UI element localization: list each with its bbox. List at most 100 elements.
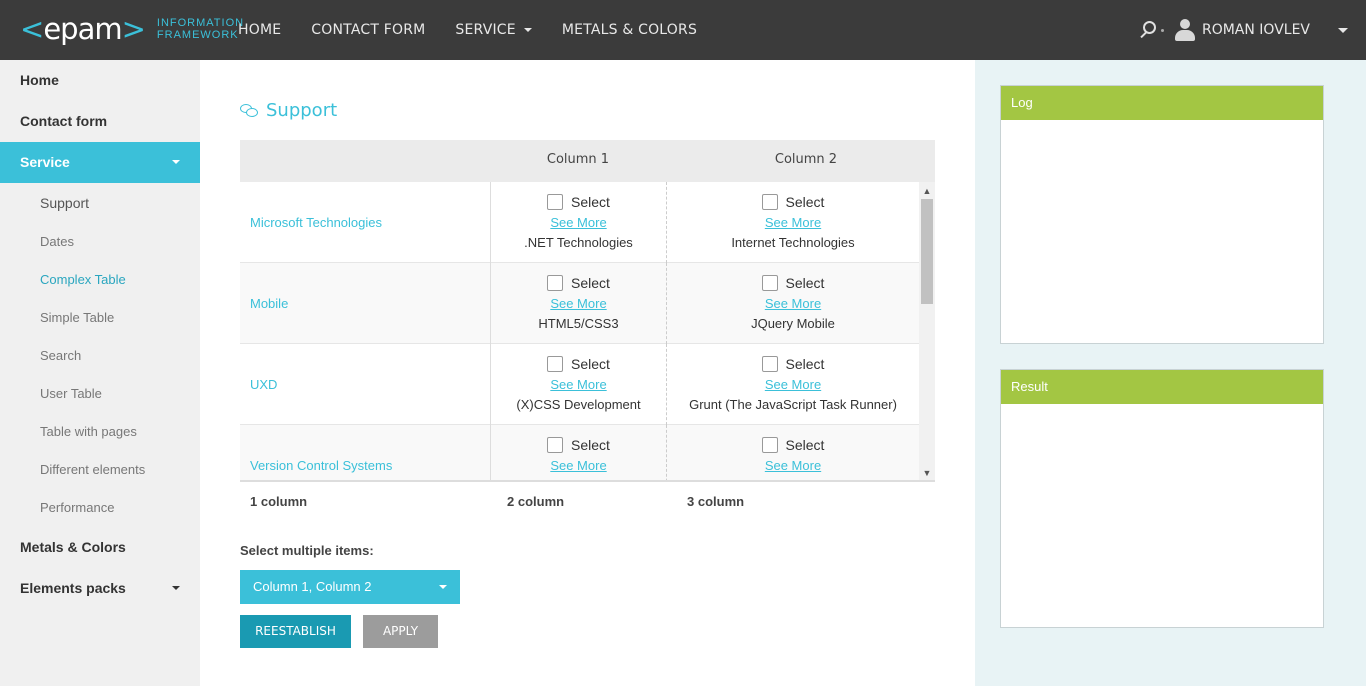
apply-button[interactable]: APPLY: [363, 615, 438, 648]
sidebar-item-contact-form[interactable]: Contact form: [0, 101, 200, 142]
nav-metals-colors-label: METALS & COLORS: [561, 22, 698, 38]
sidebar-subitem-different-elements[interactable]: Different elements: [0, 451, 200, 489]
sidebar-item-label: Contact form: [20, 113, 108, 129]
see-more-link[interactable]: See More: [491, 214, 666, 231]
select-checkbox[interactable]: [761, 437, 778, 453]
footer-column-3: 3 column: [687, 494, 745, 509]
page-title-text: Support: [266, 100, 338, 121]
scroll-up-icon[interactable]: ▲: [922, 186, 932, 196]
technology-text: JQuery Mobile: [751, 316, 835, 331]
table-header: Column 1 Column 2: [240, 140, 935, 182]
column-header-1: Column 1: [546, 152, 610, 167]
see-more-link[interactable]: See More: [667, 214, 919, 231]
nav-service[interactable]: SERVICE: [440, 0, 546, 60]
see-more-link[interactable]: See More: [491, 295, 666, 312]
sidebar-item-label: Elements packs: [20, 580, 126, 596]
select-checkbox[interactable]: [547, 356, 564, 372]
multi-select-label: Select multiple items:: [240, 543, 374, 558]
chevron-down-icon: [172, 586, 180, 590]
main-content: Support Column 1 Column 2 Microsoft Tech…: [200, 60, 975, 686]
log-panel: Log: [1000, 85, 1324, 344]
sidebar-subitem-support[interactable]: Support: [0, 183, 200, 223]
result-panel-title: Result: [1001, 370, 1323, 404]
scrollbar-thumb[interactable]: [921, 199, 933, 304]
sidebar-item-label: Service: [20, 154, 70, 170]
select-label: Select: [785, 275, 825, 291]
right-panel: Log Result: [975, 60, 1366, 686]
row-label: Mobile: [250, 296, 289, 311]
see-more-link[interactable]: See More: [667, 295, 919, 312]
multi-select-value: Column 1, Column 2: [253, 579, 372, 594]
table-cell: Select See More .NET Technologies: [490, 182, 666, 263]
sidebar-item-label: Metals & Colors: [20, 539, 126, 555]
row-label: Version Control Systems: [250, 458, 393, 473]
search-icon[interactable]: [1138, 19, 1164, 41]
table-cell: Select See More Internet Technologies: [666, 182, 919, 263]
nav-contact-form[interactable]: CONTACT FORM: [296, 0, 440, 60]
table-row: Microsoft Technologies Select See More .…: [240, 182, 919, 263]
see-more-link[interactable]: See More: [667, 457, 919, 474]
reestablish-button[interactable]: REESTABLISH: [240, 615, 351, 648]
select-checkbox[interactable]: [547, 437, 564, 453]
table-cell: Select See More HTML5/CSS3: [490, 263, 666, 344]
epam-logo[interactable]: <epam> INFORMATION FRAMEWORK: [20, 12, 244, 46]
sidebar-subitem-performance[interactable]: Performance: [0, 489, 200, 527]
nav-contact-form-label: CONTACT FORM: [311, 22, 426, 38]
table-scrollbar[interactable]: ▲ ▼: [919, 182, 935, 480]
technology-text: (X)CSS Development: [516, 397, 641, 412]
complex-table: Column 1 Column 2 Microsoft Technologies…: [240, 140, 935, 482]
footer-column-1: 1 column: [250, 494, 308, 509]
table-cell: Select See More: [490, 425, 666, 480]
scroll-down-icon[interactable]: ▼: [922, 468, 932, 478]
column-header-2: Column 2: [774, 152, 838, 167]
table-row: UXD Select See More (X)CSS Development S…: [240, 344, 919, 425]
sidebar-item-service[interactable]: Service: [0, 142, 200, 183]
select-label: Select: [785, 356, 825, 372]
logo-mark: <epam>: [20, 12, 146, 46]
log-panel-title: Log: [1001, 86, 1323, 120]
select-checkbox[interactable]: [761, 194, 778, 210]
table-row: Mobile Select See More HTML5/CSS3 Select…: [240, 263, 919, 344]
user-name[interactable]: ROMAN IOVLEV: [1202, 22, 1310, 38]
select-label: Select: [571, 356, 610, 372]
logo-text: epam: [43, 12, 122, 46]
technology-text: Grunt (The JavaScript Task Runner): [689, 397, 897, 412]
multi-select-dropdown[interactable]: Column 1, Column 2: [240, 570, 460, 604]
sidebar-subitem-user-table[interactable]: User Table: [0, 375, 200, 413]
sidebar-subitem-dates[interactable]: Dates: [0, 223, 200, 261]
table-row: Version Control Systems Select See More …: [240, 425, 919, 480]
technology-text: HTML5/CSS3: [538, 316, 619, 331]
table-cell: Select See More (X)CSS Development: [490, 344, 666, 425]
row-label: UXD: [250, 377, 278, 392]
nav-home[interactable]: HOME: [223, 0, 296, 60]
table-cell: Select See More: [666, 425, 919, 480]
sidebar-item-elements-packs[interactable]: Elements packs: [0, 568, 200, 609]
nav-service-label: SERVICE: [455, 22, 516, 38]
chat-icon: [240, 103, 258, 118]
select-checkbox[interactable]: [547, 275, 564, 291]
chevron-down-icon: [523, 28, 532, 32]
sidebar-subitem-complex-table[interactable]: Complex Table: [0, 261, 200, 299]
select-label: Select: [571, 437, 610, 453]
sidebar-subitem-simple-table[interactable]: Simple Table: [0, 299, 200, 337]
sidebar: Home Contact form Service Support Dates …: [0, 60, 200, 686]
see-more-link[interactable]: See More: [667, 376, 919, 393]
nav-metals-colors[interactable]: METALS & COLORS: [547, 0, 712, 60]
technology-text: .NET Technologies: [524, 235, 633, 250]
select-label: Select: [571, 275, 610, 291]
page-title: Support: [240, 100, 337, 121]
select-checkbox[interactable]: [761, 275, 778, 291]
see-more-link[interactable]: See More: [491, 376, 666, 393]
table-body[interactable]: Microsoft Technologies Select See More .…: [240, 182, 935, 482]
select-checkbox[interactable]: [761, 356, 778, 372]
sidebar-subitem-table-with-pages[interactable]: Table with pages: [0, 413, 200, 451]
sidebar-subitem-search[interactable]: Search: [0, 337, 200, 375]
chevron-down-icon[interactable]: [1338, 27, 1348, 33]
select-label: Select: [571, 194, 610, 210]
sidebar-item-home[interactable]: Home: [0, 60, 200, 101]
footer-column-2: 2 column: [507, 494, 565, 509]
chevron-down-icon: [439, 585, 447, 589]
sidebar-item-metals-colors[interactable]: Metals & Colors: [0, 527, 200, 568]
see-more-link[interactable]: See More: [491, 457, 666, 474]
select-checkbox[interactable]: [547, 194, 564, 210]
